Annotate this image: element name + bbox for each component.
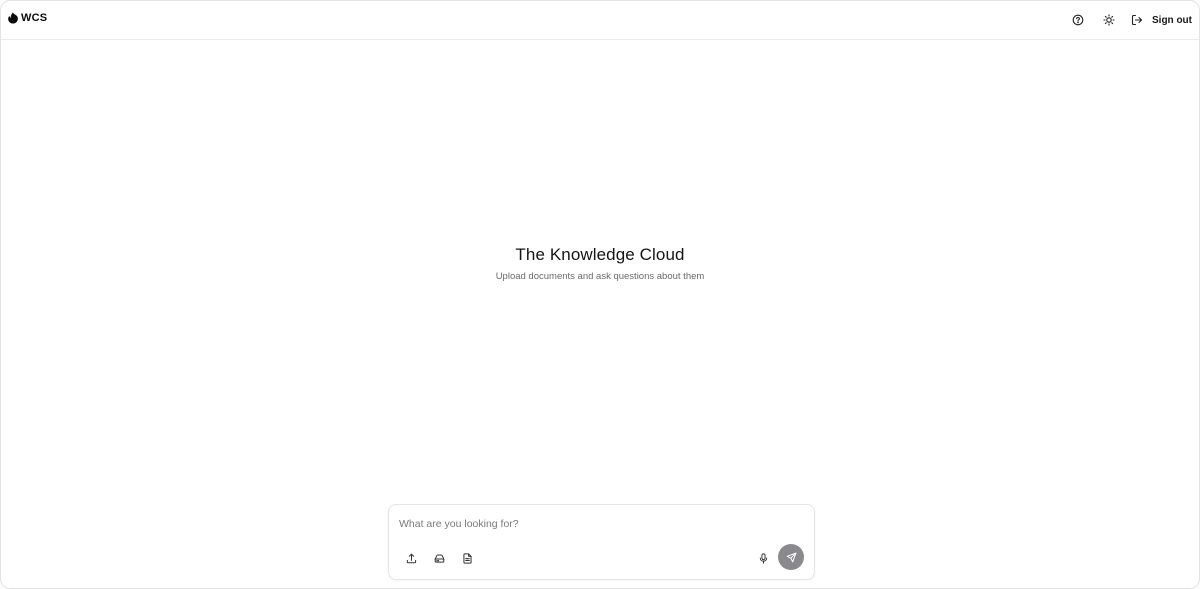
theme-toggle-button[interactable] [1100, 11, 1118, 29]
help-circle-icon [1072, 14, 1084, 26]
sun-icon [1103, 14, 1115, 26]
help-button[interactable] [1069, 11, 1087, 29]
voice-input-button[interactable] [755, 550, 771, 566]
send-icon [786, 552, 797, 563]
upload-icon [406, 553, 417, 564]
brand-name: WCS [21, 12, 48, 24]
upload-button[interactable] [403, 550, 419, 566]
page-subtitle: Upload documents and ask questions about… [495, 271, 705, 282]
log-out-icon [1131, 14, 1143, 26]
sign-out-label: Sign out [1152, 14, 1192, 26]
document-button[interactable] [459, 550, 475, 566]
drive-button[interactable] [431, 550, 447, 566]
send-button[interactable] [778, 544, 804, 570]
brand-logo[interactable]: WCS [7, 12, 47, 24]
chat-composer [388, 504, 815, 580]
page-title: The Knowledge Cloud [515, 245, 685, 264]
drive-icon [434, 553, 445, 564]
document-icon [462, 552, 473, 564]
app-window: WCS Sign out The Knowledge Cloud Upload … [0, 0, 1200, 589]
flame-logo-icon [7, 12, 19, 24]
top-bar: WCS Sign out [1, 1, 1199, 40]
search-input[interactable] [399, 516, 799, 532]
sign-out-button[interactable]: Sign out [1131, 11, 1192, 29]
microphone-icon [758, 552, 769, 564]
